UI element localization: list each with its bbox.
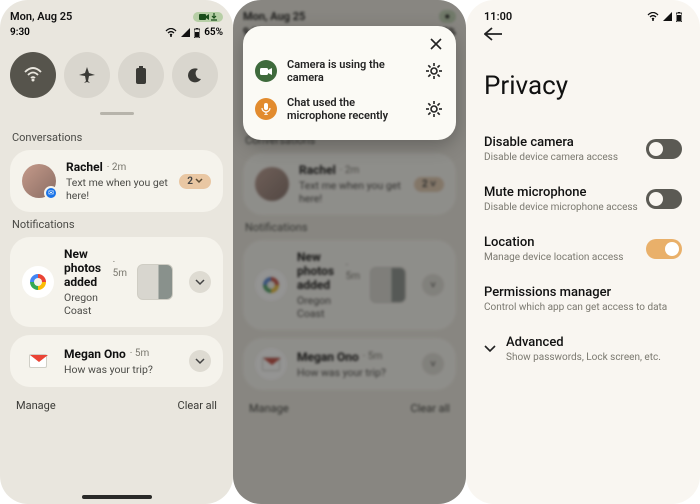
chevron-down-icon	[195, 358, 205, 365]
mic-usage-row[interactable]: Chat used the microphone recently	[253, 90, 446, 128]
messaging-app-badge-icon: ✉	[44, 186, 58, 200]
download-icon	[211, 13, 217, 21]
chevron-down-icon	[195, 178, 203, 184]
avatar: ✉	[22, 164, 56, 198]
photos-subtitle: Oregon Coast	[64, 291, 127, 317]
section-notifications: Notifications	[12, 218, 221, 231]
quick-settings-row	[10, 52, 223, 98]
wifi-icon	[165, 28, 177, 37]
setting-title: Location	[484, 235, 623, 250]
status-time: 9:30	[10, 27, 30, 38]
gmail-notification[interactable]: Megan Ono · 5m How was your trip?	[10, 335, 223, 387]
setting-title: Mute microphone	[484, 185, 638, 200]
setting-subtitle: Disable device microphone access	[484, 202, 638, 213]
manage-button[interactable]: Manage	[16, 399, 56, 412]
setting-subtitle: Control which app can get access to data	[484, 302, 682, 313]
wifi-icon	[647, 12, 659, 21]
conversation-name: Rachel	[66, 160, 103, 174]
setting-location[interactable]: Location Manage device location access	[484, 225, 682, 275]
setting-title: Advanced	[506, 335, 661, 350]
mic-usage-text: Chat used the microphone recently	[287, 96, 414, 122]
unread-count: 2	[187, 176, 193, 187]
toggle-mute-microphone[interactable]	[646, 189, 682, 209]
arrow-left-icon	[484, 27, 502, 41]
photos-app-icon	[22, 266, 54, 298]
setting-mute-microphone[interactable]: Mute microphone Disable device microphon…	[484, 175, 682, 225]
expand-button[interactable]	[189, 350, 211, 372]
camera-usage-text: Camera is using the camera	[287, 58, 414, 84]
chevron-down-icon	[195, 279, 205, 286]
setting-title: Permissions manager	[484, 285, 682, 300]
sensor-active-pill[interactable]	[193, 12, 223, 22]
gmail-app-icon	[22, 345, 54, 377]
setting-subtitle: Show passwords, Lock screen, etc.	[506, 352, 661, 363]
photos-title: New photos added	[64, 247, 109, 289]
qs-dnd[interactable]	[172, 52, 218, 98]
privacy-indicator-panel: Mon, Aug 25● 9:3065% Conversations Rache…	[233, 0, 466, 504]
clear-all-button[interactable]: Clear all	[178, 399, 217, 412]
status-bar: Mon, Aug 25	[10, 10, 223, 23]
shade-drag-handle[interactable]	[100, 112, 134, 115]
unread-badge[interactable]: 2	[179, 174, 211, 189]
conversation-notification[interactable]: ✉ Rachel · 2m Text me when you get here!…	[10, 150, 223, 212]
notification-shade-panel: Mon, Aug 25 9:30 65%	[0, 0, 233, 504]
moon-icon	[187, 67, 203, 83]
shade-footer: Manage Clear all	[16, 399, 217, 412]
page-title: Privacy	[484, 71, 682, 101]
conversation-preview: Text me when you get here!	[66, 176, 169, 202]
battery-icon	[194, 28, 200, 38]
gear-icon	[426, 101, 442, 117]
battery-icon	[136, 66, 146, 84]
camera-settings-button[interactable]	[424, 61, 444, 81]
photos-notification[interactable]: New photos added · 5m Oregon Coast	[10, 237, 223, 327]
signal-icon	[181, 28, 190, 37]
microphone-icon	[255, 98, 277, 120]
status-date: Mon, Aug 25	[10, 10, 72, 23]
expand-button[interactable]	[189, 271, 211, 293]
setting-disable-camera[interactable]: Disable camera Disable device camera acc…	[484, 125, 682, 175]
battery-percent: 65%	[204, 27, 223, 38]
signal-icon	[663, 12, 672, 21]
setting-subtitle: Disable device camera access	[484, 152, 618, 163]
setting-permissions-manager[interactable]: Permissions manager Control which app ca…	[484, 275, 682, 325]
qs-battery-saver[interactable]	[118, 52, 164, 98]
privacy-indicator-popup: Camera is using the camera Chat used the…	[243, 26, 456, 140]
setting-subtitle: Manage device location access	[484, 252, 623, 263]
setting-title: Disable camera	[484, 135, 618, 150]
gmail-preview: How was your trip?	[64, 363, 173, 376]
back-button[interactable]	[484, 27, 682, 41]
airplane-icon	[78, 66, 96, 84]
chevron-down-icon	[484, 345, 496, 353]
camera-icon	[255, 60, 277, 82]
photos-thumbnail	[137, 264, 173, 300]
nav-bar	[10, 490, 223, 504]
close-icon	[430, 38, 442, 50]
close-button[interactable]	[426, 34, 446, 54]
qs-airplane[interactable]	[64, 52, 110, 98]
gmail-meta: 5m	[135, 348, 149, 359]
conversation-meta: 2m	[112, 162, 126, 173]
toggle-disable-camera[interactable]	[646, 139, 682, 159]
gmail-from: Megan Ono	[64, 347, 126, 361]
status-time: 11:00	[484, 10, 512, 23]
qs-wifi[interactable]	[10, 52, 56, 98]
camera-icon	[199, 13, 209, 21]
photos-meta: 5m	[113, 268, 127, 279]
gear-icon	[426, 63, 442, 79]
toggle-location[interactable]	[646, 239, 682, 259]
mic-settings-button[interactable]	[424, 99, 444, 119]
status-right-icons	[193, 12, 223, 22]
gesture-handle[interactable]	[82, 495, 152, 499]
status-bar: 11:00	[484, 10, 682, 23]
camera-usage-row[interactable]: Camera is using the camera	[253, 52, 446, 90]
section-conversations: Conversations	[12, 131, 221, 144]
battery-icon	[676, 12, 682, 22]
wifi-icon	[23, 67, 43, 83]
privacy-settings-panel: 11:00 Privacy Disable camera Disable dev…	[466, 0, 700, 504]
status-subrow: 9:30 65%	[10, 27, 223, 38]
setting-advanced[interactable]: Advanced Show passwords, Lock screen, et…	[484, 325, 682, 375]
